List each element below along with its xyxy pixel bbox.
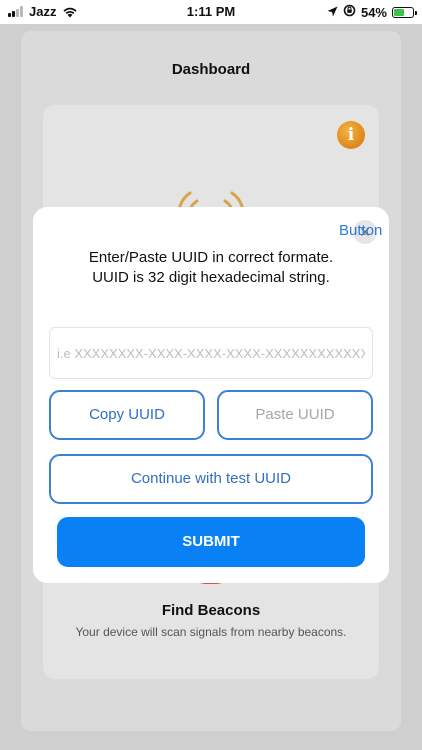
status-bar: Jazz 1:11 PM 54% bbox=[0, 0, 422, 24]
find-beacons-subtitle: Your device will scan signals from nearb… bbox=[75, 625, 347, 639]
page-title: Dashboard bbox=[171, 61, 251, 78]
dialog-message-line-1: Enter/Paste UUID in correct formate. bbox=[88, 249, 334, 266]
battery-icon bbox=[392, 6, 417, 18]
paste-uuid-button[interactable]: Paste UUID bbox=[217, 390, 373, 440]
status-right: 54% bbox=[327, 4, 417, 20]
info-icon[interactable]: i bbox=[337, 121, 365, 149]
continue-test-uuid-button[interactable]: Continue with test UUID bbox=[49, 454, 373, 504]
location-icon bbox=[327, 5, 338, 20]
dialog-top-button[interactable]: Button bbox=[339, 222, 382, 239]
battery-percent: 54% bbox=[360, 4, 387, 20]
submit-button[interactable]: SUBMIT bbox=[57, 517, 365, 567]
orientation-lock-icon bbox=[343, 4, 356, 20]
dialog-message-line-2: UUID is 32 digit hexadecimal string. bbox=[92, 269, 330, 286]
dialog-message: Enter/Paste UUID in correct formate. UUI… bbox=[53, 248, 369, 288]
uuid-input[interactable] bbox=[49, 327, 373, 379]
copy-uuid-button[interactable]: Copy UUID bbox=[49, 390, 205, 440]
find-beacons-title: Find Beacons bbox=[161, 602, 261, 619]
uuid-dialog: ✕ Button Enter/Paste UUID in correct for… bbox=[33, 207, 389, 583]
battery-level bbox=[394, 8, 404, 16]
